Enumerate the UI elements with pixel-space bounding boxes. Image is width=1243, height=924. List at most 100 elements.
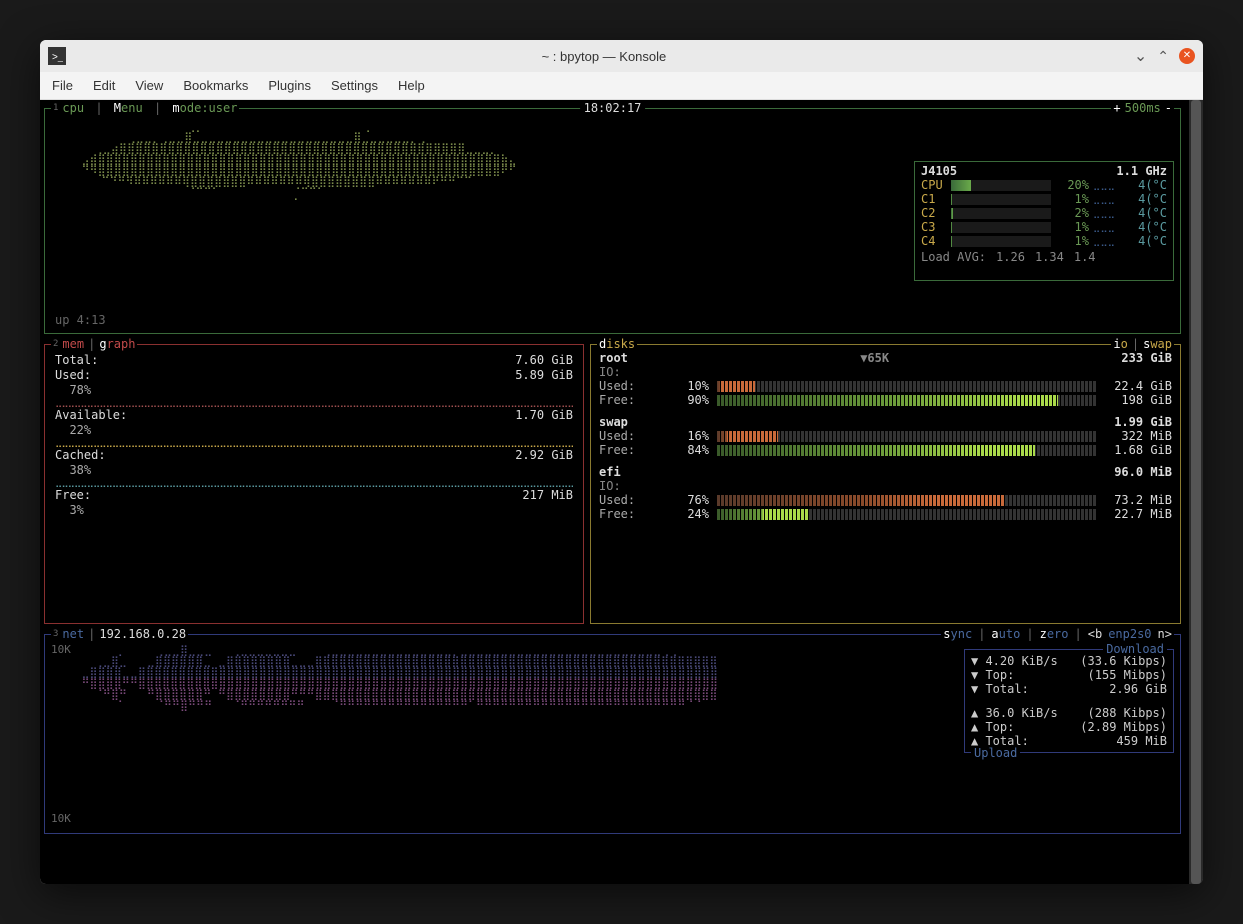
cpu-core-name: C4 — [921, 234, 947, 248]
refresh-minus[interactable]: - — [1165, 101, 1172, 115]
mem-used-pct: 78% — [55, 383, 573, 397]
refresh-plus[interactable]: + — [1113, 101, 1120, 115]
cpu-core-name: C3 — [921, 220, 947, 234]
disk-used-label: Used: — [599, 493, 679, 507]
loadavg-label: Load AVG: — [921, 250, 986, 264]
clock: 18:02:17 — [580, 101, 646, 115]
disk-free-label: Free: — [599, 393, 679, 407]
loadavg-15: 1.4 — [1074, 250, 1096, 264]
close-button[interactable]: ✕ — [1179, 48, 1195, 64]
down-total-label: ▼ Total: — [971, 682, 1029, 696]
net-stats-box: Download ▼ 4.20 KiB/s(33.6 Kibps) ▼ Top:… — [964, 649, 1174, 753]
disk-size: 96.0 MiB — [1114, 465, 1172, 479]
mem-used: 5.89 GiB — [515, 368, 573, 382]
mem-box: 2 mem | graph Total:7.60 GiB Used:5.89 G… — [44, 344, 584, 624]
scrollbar[interactable] — [1189, 100, 1203, 884]
disk-rate — [621, 465, 1115, 479]
disk-used-label: Used: — [599, 379, 679, 393]
disk-name: swap — [599, 415, 628, 429]
disk-used-bar — [717, 495, 1096, 506]
svg-text:>_: >_ — [52, 52, 63, 62]
cpu-core-row: CPU20%⣀⣀⣀4(°C — [921, 178, 1167, 192]
cpu-core-spark: ⣀⣀⣀ — [1093, 236, 1123, 247]
cpu-core-temp: 4(°C — [1127, 234, 1167, 248]
cpu-core-bar — [951, 194, 1051, 205]
disk-free-val: 198 GiB — [1100, 393, 1172, 407]
down-top: (155 Mibps) — [1088, 668, 1167, 682]
disk-size: 233 GiB — [1121, 351, 1172, 365]
disk-size: 1.99 GiB — [1114, 415, 1172, 429]
loadavg-1: 1.26 — [996, 250, 1025, 264]
disk-free-label: Free: — [599, 443, 679, 457]
graph-hotkey[interactable]: g — [99, 337, 106, 351]
disk-name: root — [599, 351, 628, 365]
mem-cached: 2.92 GiB — [515, 448, 573, 462]
cpu-core-temp: 4(°C — [1127, 220, 1167, 234]
cpu-freq: 1.1 GHz — [1116, 164, 1167, 178]
disk-free-pct: 24% — [683, 507, 709, 521]
upload-label: Upload — [971, 746, 1020, 760]
refresh-ms: 500ms — [1125, 101, 1161, 115]
cpu-core-bar — [951, 222, 1051, 233]
cpu-core-spark: ⣀⣀⣀ — [1093, 222, 1123, 233]
disk-used-pct: 10% — [683, 379, 709, 393]
menu-hotkey[interactable]: M — [114, 101, 121, 115]
disk-free-bar — [717, 509, 1096, 520]
disk-free-label: Free: — [599, 507, 679, 521]
disk-free-pct: 90% — [683, 393, 709, 407]
disk-used-pct: 16% — [683, 429, 709, 443]
cpu-core-bar — [951, 236, 1051, 247]
cpu-core-temp: 4(°C — [1127, 206, 1167, 220]
menu-bookmarks[interactable]: Bookmarks — [183, 78, 248, 93]
cpu-core-row: C3 1% ⣀⣀⣀ 4(°C — [921, 220, 1167, 234]
cpu-graph: ⢀⡀ ⢀ ⢀⣀⣀⡀⢀⣀⣀⣿⣀⣀⣀⣀⣀⣀⣀⣀⣀⣀⣀⣀⣀⣀⣀⣀⣀⣀⣀⣀⣿⣀⣀⣀⣀⣀⣀… — [55, 121, 900, 303]
menu-help[interactable]: Help — [398, 78, 425, 93]
disk-section: efi96.0 MiBIO:Used:76%73.2 MiBFree:24%22… — [599, 465, 1172, 521]
menu-settings[interactable]: Settings — [331, 78, 378, 93]
mem-free-label: Free: — [55, 488, 91, 502]
terminal[interactable]: 1 cpu | Menu | mode:user 18:02:17 + 500m… — [40, 100, 1203, 884]
menu-view[interactable]: View — [135, 78, 163, 93]
cpu-core-name: CPU — [921, 178, 947, 192]
disk-used-val: 22.4 GiB — [1100, 379, 1172, 393]
cpu-stats-box: J4105 1.1 GHz CPU20%⣀⣀⣀4(°CC11%⣀⣀⣀4(°CC2… — [914, 161, 1174, 281]
cpu-core-spark: ⣀⣀⣀ — [1093, 194, 1123, 205]
mem-cached-label: Cached: — [55, 448, 106, 462]
disk-rate: ▼65K — [628, 351, 1122, 365]
cpu-model: J4105 — [921, 164, 957, 178]
mem-avail-pct: 22% — [55, 423, 573, 437]
cpu-core-pct: 1% — [1055, 192, 1089, 206]
cpu-title: cpu — [62, 101, 84, 115]
disk-free-bar — [717, 445, 1096, 456]
net-box: 3 net | 192.168.0.28 sync | auto | zero … — [44, 634, 1181, 834]
mem-avail-spark: ⣀⣀⣀⣀⣀⣀⣀⣀⣀⣀⣀⣀⣀⣀⣀⣀⣀⣀⣀⣀⣀⣀⣀⣀⣀⣀⣀⣀⣀⣀⣀⣀⣀⣀⣀⣀⣀⣀⣀⣀… — [55, 437, 573, 448]
disk-io-label: IO: — [599, 365, 1172, 379]
down-top-label: ▼ Top: — [971, 668, 1014, 682]
app-icon: >_ — [48, 47, 66, 65]
mode-hotkey[interactable]: m — [172, 101, 179, 115]
loadavg-5: 1.34 — [1035, 250, 1064, 264]
cpu-core-spark: ⣀⣀⣀ — [1093, 208, 1123, 219]
disk-rate — [628, 415, 1114, 429]
scrollbar-thumb[interactable] — [1191, 100, 1201, 884]
cpu-core-row: C11%⣀⣀⣀4(°C — [921, 192, 1167, 206]
menu-edit[interactable]: Edit — [93, 78, 115, 93]
bpytop-tui: 1 cpu | Menu | mode:user 18:02:17 + 500m… — [40, 100, 1189, 884]
mem-free-pct: 3% — [55, 503, 573, 517]
disk-free-pct: 84% — [683, 443, 709, 457]
maximize-button[interactable]: ⌃ — [1157, 48, 1169, 65]
menu-plugins[interactable]: Plugins — [268, 78, 311, 93]
disk-section: root▼65K233 GiBIO:Used: 10% 22.4 GiB Free: 9… — [599, 351, 1172, 407]
konsole-window: >_ ~ : bpytop — Konsole ⌄ ⌃ ✕ File Edit … — [40, 40, 1203, 884]
disk-name: efi — [599, 465, 621, 479]
disk-used-val: 322 MiB — [1100, 429, 1172, 443]
cpu-core-row: C41%⣀⣀⣀4(°C — [921, 234, 1167, 248]
titlebar: >_ ~ : bpytop — Konsole ⌄ ⌃ ✕ — [40, 40, 1203, 72]
disk-box: disks io | swap root▼65K233 GiBIO:Used:1… — [590, 344, 1181, 624]
cpu-core-pct: 1% — [1055, 220, 1089, 234]
download-label: Download — [1103, 642, 1167, 656]
disk-used-val: 73.2 MiB — [1100, 493, 1172, 507]
menu-file[interactable]: File — [52, 78, 73, 93]
io-hotkey[interactable]: i — [1113, 337, 1120, 351]
minimize-button[interactable]: ⌄ — [1134, 46, 1147, 66]
